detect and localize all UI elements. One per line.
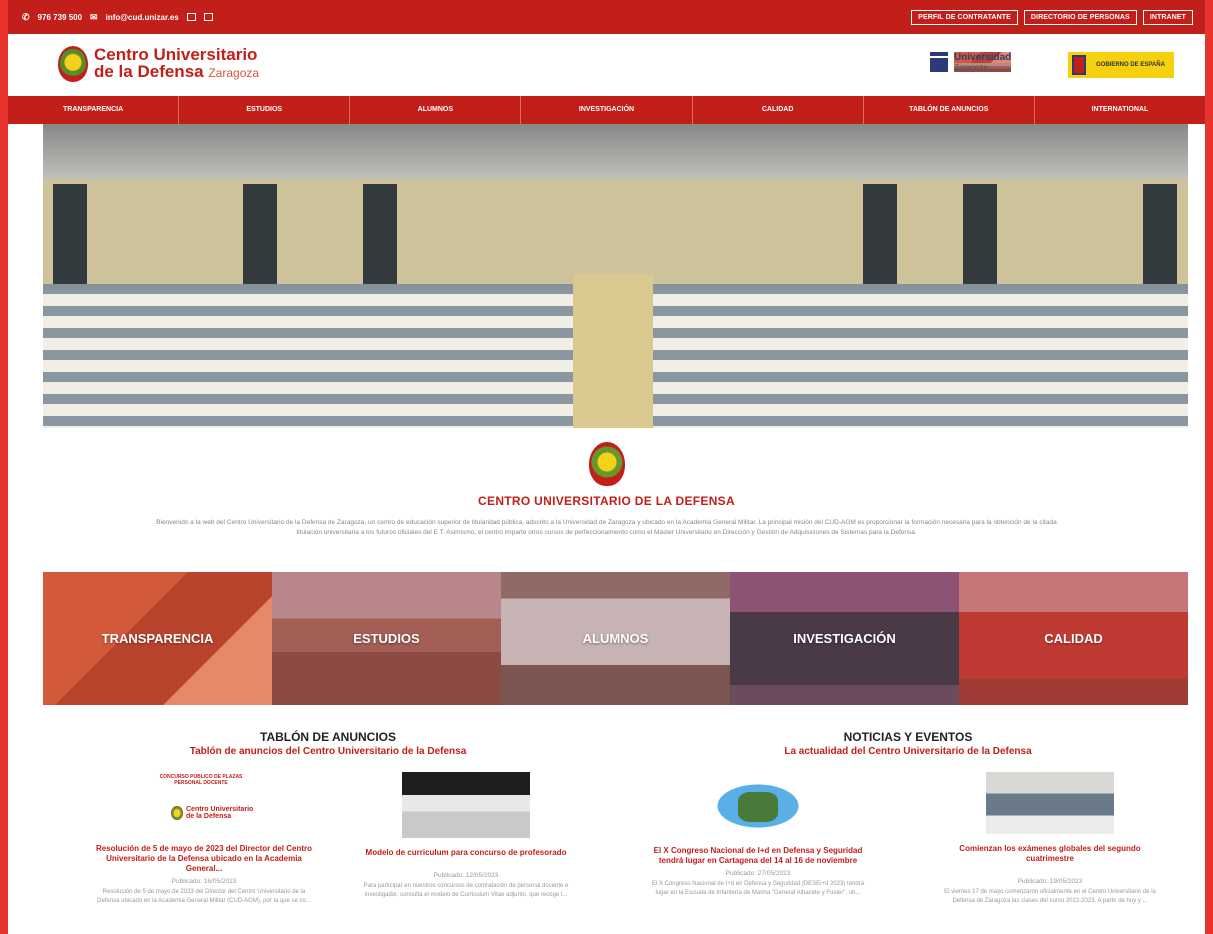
brand-line1: Centro Universitario (94, 45, 258, 64)
tile-label: ALUMNOS (582, 631, 649, 646)
tile-label: INVESTIGACIÓN (793, 631, 896, 646)
page-frame: ✆ 976 739 500 ✉ info@cud.unizar.es PERFI… (8, 0, 1205, 934)
card-date: Publicado: 12/05/2023 (433, 872, 499, 879)
card-date: Publicado: 16/05/2023 (171, 878, 237, 885)
tablon-subtitle: Tablón de anuncios del Centro Universita… (189, 746, 467, 757)
social-icon[interactable] (203, 13, 213, 21)
card-excerpt: El X Congreso Nacional de I+d en Defensa… (651, 881, 865, 896)
noticias-heading: NOTICIAS Y EVENTOS La actualidad del Cen… (698, 730, 1118, 757)
intro-text: Bienvenido a la web del Centro Universit… (156, 519, 1057, 536)
phone-number[interactable]: 976 739 500 (38, 13, 83, 22)
main-nav: TRANSPARENCIA ESTUDIOS ALUMNOS INVESTIGA… (8, 96, 1205, 124)
crest-large-icon (588, 442, 625, 486)
nav-calidad[interactable]: CALIDAD (693, 96, 864, 124)
card-title[interactable]: Comienzan los exámenes globales del segu… (940, 844, 1160, 864)
nav-international[interactable]: INTERNATIONAL (1035, 96, 1205, 124)
congress-thumbnail (694, 772, 822, 840)
noticias-subtitle: La actualidad del Centro Universitario d… (784, 746, 1032, 757)
brand-line2: de la Defensa Zaragoza (94, 63, 259, 82)
brand-city: Zaragoza (208, 66, 260, 80)
tablon-heading: TABLÓN DE ANUNCIOS Tablón de anuncios de… (118, 730, 538, 757)
tile-label: TRANSPARENCIA (101, 631, 214, 646)
link-perfil-contratante[interactable]: PERFIL DE CONTRATANTE (911, 9, 1018, 25)
nav-tablon-anuncios[interactable]: TABLÓN DE ANUNCIOS (864, 96, 1035, 124)
phone-icon: ✆ (22, 11, 30, 22)
youtube-icon[interactable] (186, 13, 196, 21)
gobierno-text: GOBIERNO DE ESPAÑA (1096, 62, 1165, 68)
gobierno-logo[interactable]: GOBIERNO DE ESPAÑA (1068, 52, 1174, 78)
tile-alumnos[interactable]: ALUMNOS (501, 572, 730, 705)
card-excerpt: Para participar en nuestros concursos de… (363, 883, 569, 898)
tablon-card[interactable]: Modelo de curriculum para concurso de pr… (356, 772, 576, 900)
tablon-title: TABLÓN DE ANUNCIOS (260, 730, 396, 744)
section-tiles: TRANSPARENCIA ESTUDIOS ALUMNOS INVESTIGA… (43, 572, 1188, 705)
tile-transparencia[interactable]: TRANSPARENCIA (43, 572, 272, 705)
thumb-caption: CONCURSO PÚBLICO DE PLAZAS PERSONAL DOCE… (159, 774, 243, 786)
tile-label: ESTUDIOS (353, 631, 420, 646)
noticias-card[interactable]: El X Congreso Nacional de I+d en Defensa… (648, 772, 868, 898)
card-title[interactable]: Modelo de curriculum para concurso de pr… (356, 848, 576, 858)
contact-info: ✆ 976 739 500 ✉ info@cud.unizar.es (22, 12, 213, 23)
card-excerpt: Resolución de 5 de mayo de 2023 del Dire… (97, 889, 311, 904)
top-bar: ✆ 976 739 500 ✉ info@cud.unizar.es PERFI… (8, 0, 1205, 34)
card-date: Publicado: 19/05/2023 (1017, 878, 1083, 885)
spain-shield-icon (1072, 55, 1086, 75)
crest-small-icon (171, 806, 183, 820)
site-logo[interactable]: Centro Universitario de la Defensa Zarag… (58, 46, 259, 82)
thumb-brand2: de la Defensa (186, 813, 232, 820)
card-title[interactable]: El X Congreso Nacional de I+d en Defensa… (648, 846, 868, 866)
tile-label: CALIDAD (1044, 631, 1103, 646)
noticias-card[interactable]: Comienzan los exámenes globales del segu… (940, 772, 1160, 906)
unizar-city: Zaragoza (954, 63, 1012, 72)
nav-alumnos[interactable]: ALUMNOS (350, 96, 522, 124)
brand-line2-text: de la Defensa (94, 62, 204, 81)
nav-estudios[interactable]: ESTUDIOS (179, 96, 351, 124)
noticias-title: NOTICIAS Y EVENTOS (843, 730, 973, 744)
email-address[interactable]: info@cud.unizar.es (106, 13, 179, 22)
card-excerpt: El viernes 17 de mayo comenzaron oficial… (944, 889, 1156, 904)
hero-image (43, 124, 1188, 428)
graduation-cap-thumbnail (402, 772, 530, 838)
crest-icon (58, 46, 88, 82)
card-title[interactable]: Resolución de 5 de mayo de 2023 del Dire… (94, 844, 314, 874)
card-date: Publicado: 27/05/2023 (725, 870, 791, 877)
unizar-logo[interactable]: Universidad Zaragoza (930, 52, 1012, 72)
tile-estudios[interactable]: ESTUDIOS (272, 572, 501, 705)
link-directorio-personas[interactable]: DIRECTORIO DE PERSONAS (1023, 9, 1137, 25)
site-header: Centro Universitario de la Defensa Zarag… (8, 34, 1205, 96)
tablon-card[interactable]: CONCURSO PÚBLICO DE PLAZAS PERSONAL DOCE… (94, 774, 314, 906)
tile-calidad[interactable]: CALIDAD (959, 572, 1188, 705)
unizar-building-icon (930, 52, 948, 72)
nav-investigacion[interactable]: INVESTIGACIÓN (521, 96, 693, 124)
document-thumbnail: CONCURSO PÚBLICO DE PLAZAS PERSONAL DOCE… (149, 774, 259, 838)
thumb-brand1: Centro Universitario (186, 806, 254, 813)
intro-title: CENTRO UNIVERSITARIO DE LA DEFENSA (478, 494, 735, 508)
email-icon: ✉ (90, 11, 98, 22)
intro-section: CENTRO UNIVERSITARIO DE LA DEFENSA Bienv… (8, 442, 1205, 538)
exam-room-thumbnail (986, 772, 1114, 834)
tile-investigacion[interactable]: INVESTIGACIÓN (730, 572, 959, 705)
nav-transparencia[interactable]: TRANSPARENCIA (8, 96, 180, 124)
top-links: PERFIL DE CONTRATANTE DIRECTORIO DE PERS… (911, 9, 1193, 25)
link-intranet[interactable]: INTRANET (1142, 9, 1193, 25)
unizar-name: Universidad (954, 52, 1012, 63)
